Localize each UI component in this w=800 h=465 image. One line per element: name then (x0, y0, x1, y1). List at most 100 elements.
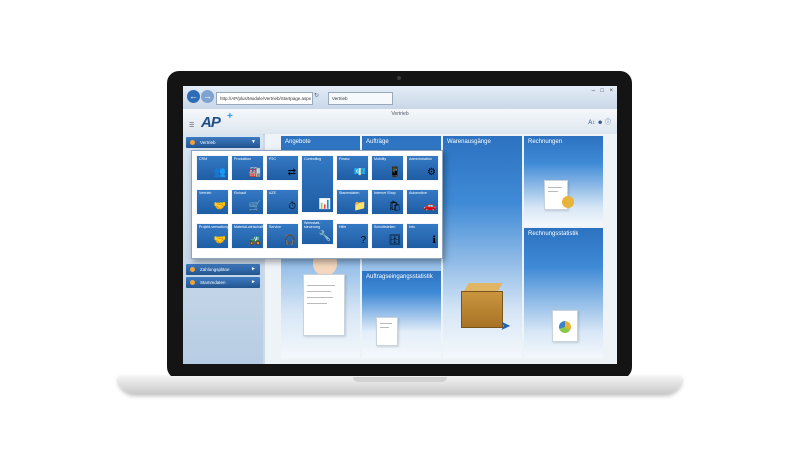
doc-line (307, 303, 327, 304)
package-icon (461, 291, 503, 328)
menu-item-service[interactable]: Service 🎧 (266, 223, 299, 249)
address-bar[interactable]: http://AP/plus/Module/Vertrieb/Startpage… (216, 92, 313, 105)
logo-plus-icon: + (227, 111, 233, 122)
menu-item-stammdaten[interactable]: Stammdaten 📁 (336, 189, 369, 215)
forklift-icon: 🚜 (248, 235, 261, 246)
maximize-icon[interactable]: □ (600, 88, 604, 94)
menu-item-internet-shop[interactable]: Internet Shop 🛍 (371, 189, 404, 215)
menu-item-label: Administration (409, 157, 432, 161)
contract-document-icon (303, 274, 345, 336)
header-icons: A↕ ☻ ⓘ (588, 117, 611, 126)
pie-chart-icon (559, 321, 571, 333)
menu-item-info[interactable]: Info ℹ (406, 223, 439, 249)
menu-item-mobility[interactable]: Mobility 📱 (371, 155, 404, 181)
menu-item-automotive[interactable]: Automotive 🚗 (406, 189, 439, 215)
tile-title: Aufträge (366, 139, 389, 145)
menu-item-hilfe[interactable]: Hilfe? (336, 223, 369, 249)
menu-item-label: Automotive (409, 191, 427, 195)
menu-item-label: Mobility (374, 157, 387, 161)
statistics-document-icon (552, 310, 578, 342)
webcam-icon (397, 76, 401, 80)
browser-tab[interactable]: Vertrieb (328, 92, 393, 105)
browser-toolbar: ← → http://AP/plus/Module/Vertrieb/Start… (183, 86, 617, 110)
menu-item-produktion[interactable]: Produktion 🏭 (231, 155, 264, 181)
chevron-down-icon: ▼ (251, 139, 256, 145)
money-icon: 💶 (353, 167, 366, 178)
chevron-right-icon: ► (251, 279, 256, 285)
logo: AP (201, 114, 221, 131)
menu-item-label: Hilfe (339, 225, 347, 229)
menu-item-p2c[interactable]: P2C ⇄ (266, 155, 299, 181)
tile-title: Warenausgänge (447, 139, 491, 145)
user-icon[interactable]: ☻ (597, 120, 603, 126)
close-icon[interactable]: × (609, 88, 613, 94)
menu-item-finanz[interactable]: Finanz 💶 (336, 155, 369, 181)
menu-item-label: Vertrieb (199, 191, 212, 195)
menu-item-label: Info (409, 225, 415, 229)
shop-icon: 🛍 (388, 201, 401, 212)
menu-item-label: Einkauf (234, 191, 246, 195)
gears-icon: ⚙ (427, 167, 436, 178)
menu-item-einkauf[interactable]: Einkauf 🛒 (231, 189, 264, 215)
sidebar-item-label: Zahlungspläne (200, 267, 230, 272)
database-icon: 🗄 (388, 235, 401, 246)
coins-icon (562, 196, 574, 208)
menu-item-label: Internet Shop (374, 191, 396, 195)
sidebar-item-stammdaten[interactable]: Stammdaten ► (186, 277, 260, 288)
menu-item-label: Stammdaten (339, 191, 360, 195)
tile-rechnungsstatistik[interactable]: Rechnungsstatistik (524, 228, 603, 358)
back-arrow-icon[interactable]: ← (187, 90, 200, 103)
menu-item-crm[interactable]: CRM 👥 (196, 155, 229, 181)
doc-line (380, 327, 389, 328)
doc-line (307, 291, 331, 292)
tile-rechnungen[interactable]: Rechnungen (524, 136, 603, 226)
menu-item-label: Material-wirtschaft (234, 225, 264, 229)
refresh-icon[interactable]: ↻ (314, 92, 319, 99)
forward-arrow-icon[interactable]: → (201, 90, 214, 103)
menu-item-material-wirtschaft[interactable]: Material-wirtschaft 🚜 (231, 223, 264, 249)
sidebar-item-label: Stammdaten (200, 280, 226, 285)
handshake-icon: 🤝 (213, 235, 226, 246)
tile-title: Auftragseingangsstatistik (366, 274, 433, 280)
menu-item-label: CRM (199, 157, 208, 161)
menu-item-schnittstellen[interactable]: Schnittstellen 🗄 (371, 223, 404, 249)
clock-icon: ⏱ (288, 201, 296, 212)
menu-item-administration[interactable]: Administration ⚙ (406, 155, 439, 181)
sidebar-item-vertrieb[interactable]: Vertrieb ▼ (186, 137, 260, 148)
font-size-icon[interactable]: A↕ (588, 120, 595, 126)
menu-item-label: P2C (269, 157, 276, 161)
doc-line (307, 285, 335, 286)
menu-item-projekt-verwaltung[interactable]: Projekt-verwaltung 🤝 (196, 223, 229, 249)
chevron-right-icon: ► (251, 266, 256, 272)
minimize-icon[interactable]: – (592, 88, 595, 94)
connect-icon: ⇄ (287, 167, 296, 178)
menu-item-label: Controlling (304, 157, 322, 161)
doc-line (380, 323, 392, 324)
cart-icon: 🛒 (248, 201, 261, 212)
page-title: Vertrieb (391, 111, 409, 117)
module-icon (190, 280, 195, 285)
sidebar-item-zahlungsplaene[interactable]: Zahlungspläne ► (186, 264, 260, 275)
doc-line (307, 297, 333, 298)
module-icon (190, 267, 195, 272)
tile-title: Rechnungsstatistik (528, 231, 579, 237)
document-icon (376, 317, 398, 346)
menu-item-aze[interactable]: AZE ⏱ (266, 189, 299, 215)
tile-title: Angebote (285, 139, 311, 145)
tile-auftragseingangsstatistik[interactable]: Auftragseingangsstatistik (362, 271, 441, 358)
phone-icon: 📱 (388, 167, 401, 178)
menu-item-vertrieb[interactable]: Vertrieb 🤝 (196, 189, 229, 215)
menu-item-label: Projekt-verwaltung (199, 225, 229, 229)
menu-icon[interactable]: ☰ (189, 122, 194, 129)
laptop-notch (353, 377, 447, 382)
module-menu: CRM 👥 Vertrieb 🤝 Projekt-verwaltung 🤝 Produkti… (191, 150, 443, 259)
menu-item-werkstatt-steuerung[interactable]: Werkstatt-steuerung 🔧 (301, 219, 334, 245)
menu-item-controlling[interactable]: Controlling 📊 (301, 155, 334, 213)
screen: ← → http://AP/plus/Module/Vertrieb/Start… (183, 86, 617, 364)
help-icon[interactable]: ⓘ (605, 120, 611, 126)
help-icon: ? (360, 235, 366, 246)
menu-item-label: Produktion (234, 157, 252, 161)
sidebar-item-label: Vertrieb (200, 140, 216, 145)
tile-title: Rechnungen (528, 139, 563, 145)
factory-icon: 🏭 (248, 167, 261, 178)
